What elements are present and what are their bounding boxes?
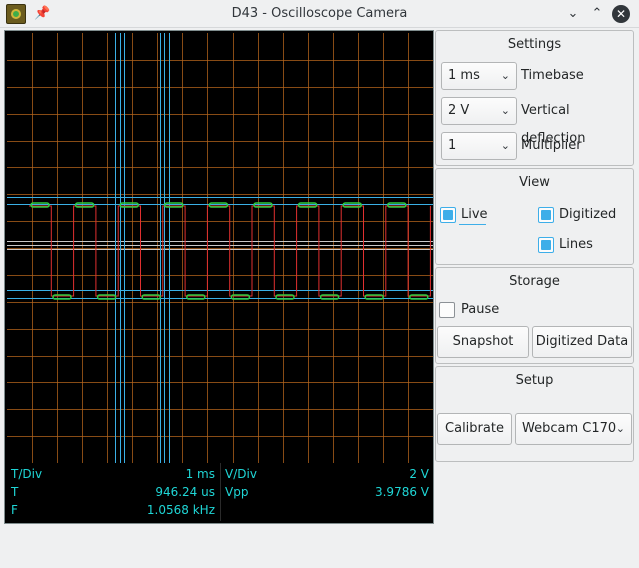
lines-label[interactable]: Lines <box>559 237 593 253</box>
storage-group: Storage Pause Snapshot Digitized Data <box>435 267 634 364</box>
settings-group: Settings 1 ms ⌄ Timebase 2 V ⌄ Vertical … <box>435 30 634 166</box>
title-bar: 📌 D43 - Oscilloscope Camera ⌄ ⌃ ✕ <box>0 0 639 28</box>
camera-value: Webcam C170 <box>522 421 617 436</box>
setup-title: Setup <box>515 373 554 388</box>
focus-indicator <box>459 224 486 225</box>
minimize-button[interactable]: ⌄ <box>564 5 582 23</box>
vpp-label: Vpp <box>225 485 249 499</box>
settings-title: Settings <box>507 37 562 52</box>
digitized-data-button[interactable]: Digitized Data <box>532 326 632 358</box>
oscilloscope-view: T/Div 1 ms V/Div 2 V T 946.24 us Vpp 3.9… <box>4 30 434 524</box>
vdiv-value: 2 V <box>409 467 429 481</box>
storage-title: Storage <box>509 274 560 289</box>
digitized-checkbox[interactable] <box>538 207 554 223</box>
vpp-value: 3.9786 V <box>374 485 429 499</box>
digitized-label[interactable]: Digitized <box>559 207 616 223</box>
vertical-deflection-select[interactable]: 2 V ⌄ <box>441 97 517 125</box>
vdiv-label: V/Div <box>225 467 257 481</box>
live-label[interactable]: Live <box>461 207 488 223</box>
view-group: View Live Digitized Lines <box>435 168 634 265</box>
vertical-deflection-value: 2 V <box>448 103 470 118</box>
view-title: View <box>519 175 550 190</box>
maximize-button[interactable]: ⌃ <box>588 5 606 23</box>
timebase-select[interactable]: 1 ms ⌄ <box>441 62 517 90</box>
tdiv-label: T/Div <box>11 467 43 481</box>
pause-label[interactable]: Pause <box>461 302 499 318</box>
multiplier-label: Multiplier <box>521 138 582 153</box>
chevron-down-icon: ⌄ <box>500 69 510 82</box>
chevron-down-icon: ⌄ <box>500 139 510 152</box>
frequency-value: 1.0568 kHz <box>146 503 215 517</box>
period-label: T <box>11 485 19 499</box>
timebase-label: Timebase <box>521 68 584 83</box>
close-button[interactable]: ✕ <box>612 5 630 23</box>
tdiv-value: 1 ms <box>185 467 215 481</box>
lines-checkbox[interactable] <box>538 237 554 253</box>
measurement-readout: T/Div 1 ms V/Div 2 V T 946.24 us Vpp 3.9… <box>7 463 433 521</box>
chevron-down-icon: ⌄ <box>500 104 510 117</box>
multiplier-select[interactable]: 1 ⌄ <box>441 132 517 160</box>
timebase-value: 1 ms <box>448 68 480 83</box>
period-value: 946.24 us <box>155 485 215 499</box>
calibrate-button[interactable]: Calibrate <box>437 413 512 445</box>
camera-select[interactable]: Webcam C170 ⌄ <box>515 413 632 445</box>
pause-checkbox[interactable] <box>439 302 455 318</box>
scope-canvas <box>7 33 433 463</box>
window-title: D43 - Oscilloscope Camera <box>231 6 408 21</box>
multiplier-value: 1 <box>448 138 457 153</box>
setup-group: Setup Calibrate Webcam C170 ⌄ <box>435 366 634 462</box>
frequency-label: F <box>11 503 18 517</box>
live-checkbox[interactable] <box>440 207 456 223</box>
chevron-down-icon: ⌄ <box>615 422 625 435</box>
snapshot-button[interactable]: Snapshot <box>437 326 529 358</box>
